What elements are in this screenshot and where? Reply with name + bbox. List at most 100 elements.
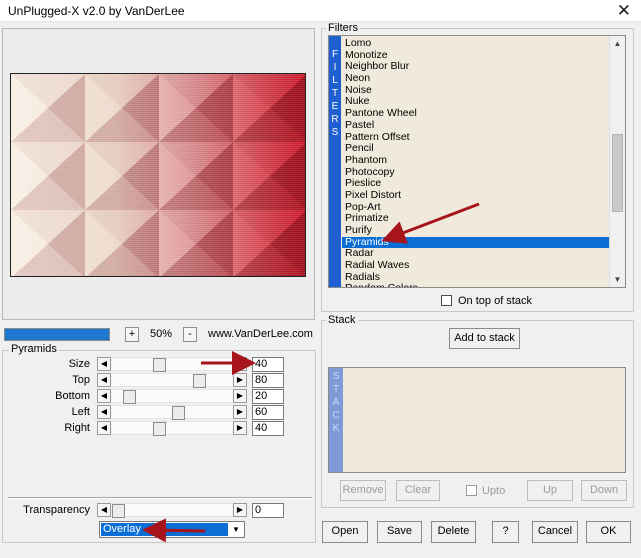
clear-button[interactable]: Clear xyxy=(396,480,440,501)
filter-item[interactable]: Noise xyxy=(342,84,610,97)
param-value-field[interactable]: 40 xyxy=(252,357,284,372)
chevron-down-icon[interactable]: ▼ xyxy=(229,523,243,536)
slider-left-arrow-icon[interactable]: ◀ xyxy=(97,405,111,419)
filter-item[interactable]: Phantom xyxy=(342,154,610,167)
param-value-field[interactable]: 20 xyxy=(252,389,284,404)
param-slider[interactable] xyxy=(112,405,232,420)
param-slider[interactable] xyxy=(112,421,232,436)
filter-item[interactable]: Radial Waves xyxy=(342,259,610,272)
filters-side-bar: FILTERS xyxy=(329,36,341,287)
slider-left-arrow-icon[interactable]: ◀ xyxy=(97,357,111,371)
help-button[interactable]: ? xyxy=(492,521,519,543)
open-button[interactable]: Open xyxy=(322,521,368,543)
filter-item[interactable]: Purify xyxy=(342,224,610,237)
stack-group-title: Stack xyxy=(326,314,358,326)
slider-left-arrow-icon[interactable]: ◀ xyxy=(97,373,111,387)
zoom-in-button[interactable]: + xyxy=(125,327,139,342)
preview-panel xyxy=(2,28,315,320)
param-value-field[interactable]: 40 xyxy=(252,421,284,436)
transparency-label: Transparency xyxy=(23,504,90,516)
param-row-right: Right ◀ ▶ 40 xyxy=(0,421,300,436)
stack-side-bar: STACK xyxy=(329,368,343,472)
down-button[interactable]: Down xyxy=(581,480,627,501)
slider-thumb[interactable] xyxy=(193,374,206,388)
filter-item[interactable]: Pastel xyxy=(342,119,610,132)
filter-item[interactable]: Photocopy xyxy=(342,166,610,179)
stack-list[interactable]: STACK xyxy=(328,367,626,473)
zoom-out-button[interactable]: - xyxy=(183,327,197,342)
window-title: UnPlugged-X v2.0 by VanDerLee xyxy=(8,4,185,18)
separator xyxy=(8,497,312,499)
slider-left-arrow-icon[interactable]: ◀ xyxy=(97,389,111,403)
close-icon[interactable]: ✕ xyxy=(617,1,631,21)
slider-thumb[interactable] xyxy=(172,406,185,420)
filter-list[interactable]: FILTERS Lomo Monotize Neighbor Blur Neon Noi… xyxy=(328,35,626,288)
save-button[interactable]: Save xyxy=(377,521,422,543)
remove-button[interactable]: Remove xyxy=(340,480,386,501)
slider-left-arrow-icon[interactable]: ◀ xyxy=(97,421,111,435)
scroll-down-icon[interactable]: ▼ xyxy=(610,272,625,287)
upto-checkbox[interactable] xyxy=(466,485,477,496)
filter-item[interactable]: Pixel Distort xyxy=(342,189,610,202)
slider-thumb[interactable] xyxy=(123,390,136,404)
filter-items: Lomo Monotize Neighbor Blur Neon Noise Nuke Pa… xyxy=(342,37,610,287)
param-value-field[interactable]: 60 xyxy=(252,405,284,420)
param-slider[interactable] xyxy=(112,373,232,388)
cancel-button[interactable]: Cancel xyxy=(532,521,578,543)
filters-side-label: FILTERS xyxy=(331,49,339,138)
param-label: Bottom xyxy=(55,390,90,402)
scroll-up-icon[interactable]: ▲ xyxy=(610,36,625,51)
on-top-checkbox[interactable] xyxy=(441,295,452,306)
filters-group-title: Filters xyxy=(326,22,360,34)
delete-button[interactable]: Delete xyxy=(431,521,476,543)
filter-item[interactable]: Pattern Offset xyxy=(342,131,610,144)
filter-item[interactable]: Primatize xyxy=(342,213,610,225)
filter-item[interactable]: Neighbor Blur xyxy=(342,61,610,73)
filter-scrollbar[interactable]: ▲ ▼ xyxy=(609,36,625,287)
slider-right-arrow-icon[interactable]: ▶ xyxy=(233,389,247,403)
param-row-top: Top ◀ ▶ 80 xyxy=(0,373,300,388)
blend-mode-value: Overlay xyxy=(101,523,228,536)
ok-button[interactable]: OK xyxy=(586,521,631,543)
filter-item[interactable]: Lomo xyxy=(342,37,610,50)
slider-right-arrow-icon[interactable]: ▶ xyxy=(233,357,247,371)
slider-right-arrow-icon[interactable]: ▶ xyxy=(233,373,247,387)
filter-item[interactable]: Neon xyxy=(342,72,610,85)
filter-item[interactable]: Random Colors xyxy=(342,283,610,287)
zoom-row: + 50% - www.VanDerLee.com xyxy=(4,327,320,343)
param-value-field[interactable]: 80 xyxy=(252,373,284,388)
param-label: Size xyxy=(68,358,90,370)
stack-side-label: STACK xyxy=(332,371,340,434)
slider-right-arrow-icon[interactable]: ▶ xyxy=(233,503,247,517)
slider-thumb[interactable] xyxy=(153,358,166,372)
slider-left-arrow-icon[interactable]: ◀ xyxy=(97,503,111,517)
param-label: Right xyxy=(64,422,90,434)
blend-mode-select[interactable]: Overlay ▼ xyxy=(99,521,245,538)
slider-right-arrow-icon[interactable]: ▶ xyxy=(233,405,247,419)
param-row-left: Left ◀ ▶ 60 xyxy=(0,405,300,420)
scroll-thumb[interactable] xyxy=(612,134,623,212)
transparency-value-field[interactable]: 0 xyxy=(252,503,284,518)
progress-bar xyxy=(4,328,110,341)
slider-thumb[interactable] xyxy=(153,422,166,436)
slider-thumb[interactable] xyxy=(112,504,125,518)
preview-image[interactable] xyxy=(10,73,306,277)
up-button[interactable]: Up xyxy=(527,480,573,501)
param-slider[interactable] xyxy=(112,357,232,372)
on-top-label: On top of stack xyxy=(458,295,532,307)
progress-fill xyxy=(5,329,109,340)
param-slider[interactable] xyxy=(112,389,232,404)
zoom-value: 50% xyxy=(150,328,173,340)
title-bar: UnPlugged-X v2.0 by VanDerLee ✕ xyxy=(0,0,641,22)
filter-item[interactable]: Pantone Wheel xyxy=(342,107,610,120)
add-to-stack-button[interactable]: Add to stack xyxy=(449,328,520,349)
params-group-title: Pyramids xyxy=(9,343,59,355)
upto-label: Upto xyxy=(482,485,506,497)
transparency-slider[interactable] xyxy=(112,503,232,518)
transparency-row: Transparency ◀ ▶ 0 xyxy=(0,503,300,518)
param-row-bottom: Bottom ◀ ▶ 20 xyxy=(0,389,300,404)
filter-item[interactable]: Pyramids xyxy=(342,236,610,249)
param-row-size: Size ◀ ▶ 40 xyxy=(0,357,300,372)
website-link[interactable]: www.VanDerLee.com xyxy=(208,328,313,340)
slider-right-arrow-icon[interactable]: ▶ xyxy=(233,421,247,435)
